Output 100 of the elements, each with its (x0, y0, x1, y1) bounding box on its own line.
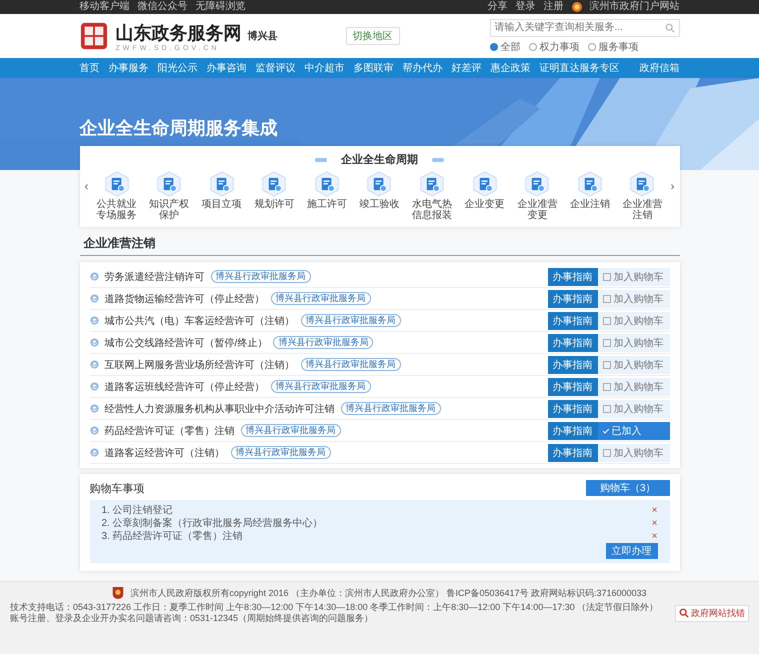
previous-button[interactable]: ‹ (82, 179, 92, 193)
nav-item[interactable]: 政府信箱 (640, 61, 680, 75)
add-to-cart-button[interactable]: 加入购物车 (598, 268, 670, 286)
radio-button[interactable] (528, 42, 536, 50)
nav-item[interactable]: 多图联审 (354, 61, 394, 75)
document-icon[interactable] (472, 171, 498, 197)
nav-item[interactable]: 监督评议 (256, 61, 296, 75)
document-icon[interactable] (629, 171, 656, 197)
stage-label[interactable]: 公共就业专场服务 (96, 199, 138, 221)
guide-button[interactable]: 办事指南 (548, 334, 598, 352)
guide-button[interactable]: 办事指南 (548, 290, 598, 308)
item-icon (90, 426, 98, 435)
report-error-badge[interactable]: 政府网站找错 (675, 604, 749, 622)
document-icon[interactable] (366, 171, 392, 197)
add-to-cart-button[interactable]: 加入购物车 (598, 312, 670, 330)
add-to-cart-button[interactable]: 加入购物车 (598, 356, 670, 374)
item-name[interactable]: 城市公交线路经营许可（暂停/终止） (104, 336, 268, 350)
submit-button[interactable]: 立即办理 (606, 543, 658, 559)
item-name[interactable]: 经营性人力资源服务机构从事职业中介活动许可注销 (104, 402, 334, 416)
nav-item[interactable]: 好差评 (452, 61, 482, 75)
guide-button[interactable]: 办事指南 (548, 378, 598, 396)
cart-title: 购物车事项 (90, 482, 144, 496)
document-icon[interactable] (208, 171, 235, 197)
share-link[interactable]: 分享 (488, 1, 508, 13)
section-title: 企业准营注销 (84, 236, 156, 250)
item-icon (90, 316, 98, 325)
item-icon (90, 382, 98, 391)
item-name[interactable]: 劳务派遣经营注销许可 (104, 270, 204, 284)
nav-item[interactable]: 阳光公示 (158, 61, 198, 75)
department-tag: 博兴县行政审批服务局 (240, 424, 340, 437)
remove-button[interactable]: × (652, 517, 658, 530)
search-icon[interactable] (664, 22, 674, 32)
stage-label[interactable]: 企业准营变更 (516, 199, 558, 221)
logo-icon (80, 22, 108, 50)
cart-item: 3. 药品经营许可证（零售）注销 (102, 530, 243, 543)
nav-item[interactable]: 证明直达服务专区 (540, 61, 620, 75)
nav-item[interactable]: 办事咨询 (206, 61, 246, 75)
document-icon[interactable] (156, 171, 182, 197)
stage-label[interactable]: 水电气热信息报装 (411, 199, 454, 221)
add-to-cart-button[interactable]: 加入购物车 (598, 290, 670, 308)
stage-label[interactable]: 企业准营注销 (621, 199, 664, 221)
item-icon (90, 294, 98, 303)
stage-label[interactable]: 企业注销 (568, 199, 611, 210)
switch-region-button[interactable]: 切换地区 (346, 27, 400, 45)
item-name[interactable]: 药品经营许可证（零售）注销 (104, 424, 234, 438)
nav-item[interactable]: 首页 (80, 61, 100, 75)
portal-link[interactable]: 滨州市政府门户网站 (590, 1, 680, 13)
item-icon (90, 272, 98, 281)
item-icon (90, 360, 98, 369)
add-to-cart-button[interactable]: 加入购物车 (598, 400, 670, 418)
nav-item[interactable]: 惠企政策 (490, 61, 530, 75)
department-tag: 博兴县行政审批服务局 (230, 446, 330, 459)
stage-label[interactable]: 规划许可 (253, 199, 296, 210)
stage-label[interactable]: 项目立项 (200, 199, 243, 210)
register-link[interactable]: 注册 (544, 1, 564, 13)
item-name[interactable]: 互联网上网服务营业场所经营许可（注销） (104, 358, 294, 372)
top-link[interactable]: 微信公众号 (138, 1, 188, 13)
department-tag: 博兴县行政审批服务局 (340, 402, 440, 415)
document-icon[interactable] (419, 171, 446, 197)
remove-button[interactable]: × (652, 530, 658, 543)
top-link[interactable]: 移动客户端 (80, 1, 130, 13)
guide-button[interactable]: 办事指南 (548, 312, 598, 330)
item-name[interactable]: 道路货物运输经营许可（停止经营） (104, 292, 264, 306)
guide-button[interactable]: 办事指南 (548, 422, 598, 440)
add-to-cart-button[interactable]: 已加入 (598, 422, 670, 440)
stage-label[interactable]: 知识产权保护 (148, 199, 190, 221)
stage-label[interactable]: 施工许可 (306, 199, 348, 210)
lifecycle-title: 企业全生命周期 (341, 152, 418, 167)
banner-title: 企业全生命周期服务集成 (80, 118, 278, 138)
document-icon[interactable] (576, 171, 603, 197)
badge-label: 政府网站找错 (691, 606, 745, 620)
guide-button[interactable]: 办事指南 (548, 444, 598, 462)
guide-button[interactable]: 办事指南 (548, 356, 598, 374)
item-icon (90, 448, 98, 457)
document-icon[interactable] (104, 171, 130, 197)
add-to-cart-button[interactable]: 加入购物车 (598, 378, 670, 396)
department-tag: 博兴县行政审批服务局 (300, 358, 400, 371)
nav-item[interactable]: 帮办代办 (402, 61, 442, 75)
document-icon[interactable] (524, 171, 550, 197)
cart-button[interactable]: 购物车（3） (586, 480, 670, 496)
guide-button[interactable]: 办事指南 (548, 400, 598, 418)
nav-item[interactable]: 中介超市 (304, 61, 344, 75)
item-name[interactable]: 城市公共汽（电）车客运经营许可（注销） (104, 314, 294, 328)
add-to-cart-button[interactable]: 加入购物车 (598, 334, 670, 352)
site-title: 山东政务服务网 (116, 22, 242, 44)
next-button[interactable]: › (668, 179, 678, 193)
login-link[interactable]: 登录 (516, 1, 536, 13)
top-link[interactable]: 无障碍浏览 (196, 1, 246, 13)
document-icon[interactable] (314, 171, 340, 197)
stage-label[interactable]: 企业变更 (464, 199, 506, 210)
nav-item[interactable]: 办事服务 (108, 61, 148, 75)
stage-label[interactable]: 竣工验收 (358, 199, 400, 210)
item-name[interactable]: 道路客运经营许可（注销） (104, 446, 224, 460)
add-to-cart-button[interactable]: 加入购物车 (598, 444, 670, 462)
remove-button[interactable]: × (652, 504, 658, 517)
item-name[interactable]: 道路客运班线经营许可（停止经营） (104, 380, 264, 394)
guide-button[interactable]: 办事指南 (548, 268, 598, 286)
radio-button[interactable] (490, 42, 498, 50)
radio-button[interactable] (588, 42, 596, 50)
document-icon[interactable] (261, 171, 288, 197)
